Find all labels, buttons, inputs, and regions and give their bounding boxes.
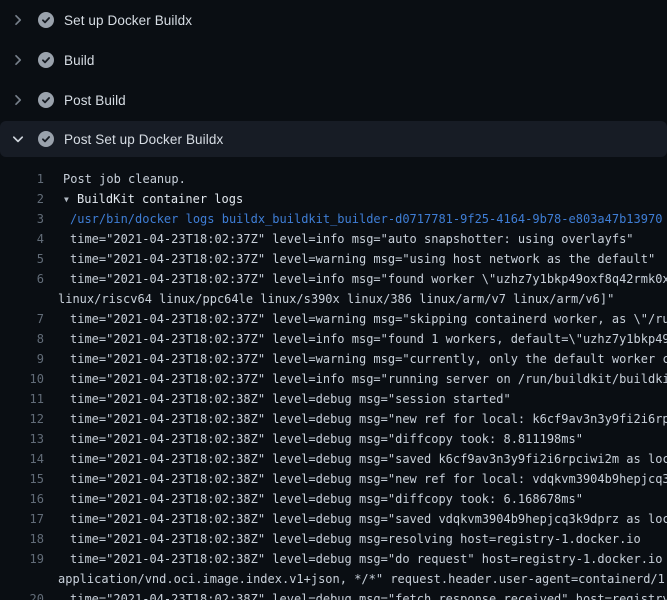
log-line-number[interactable]: 15 [0, 469, 44, 489]
log-line-text: time="2021-04-23T18:02:38Z" level=debug … [44, 509, 667, 529]
log-line-number[interactable]: 5 [0, 249, 44, 269]
log-line-text: time="2021-04-23T18:02:37Z" level=info m… [44, 229, 667, 249]
log-line-text: time="2021-04-23T18:02:37Z" level=warnin… [44, 309, 667, 329]
log-line-text: time="2021-04-23T18:02:38Z" level=debug … [44, 389, 667, 409]
log-line: 3 /usr/bin/docker logs buildx_buildkit_b… [0, 209, 667, 229]
log-line: 19 time="2021-04-23T18:02:38Z" level=deb… [0, 549, 667, 569]
log-line: 8 time="2021-04-23T18:02:37Z" level=info… [0, 329, 667, 349]
log-line-number[interactable]: 20 [0, 589, 44, 600]
log-line: 4 time="2021-04-23T18:02:37Z" level=info… [0, 229, 667, 249]
log-line-text: time="2021-04-23T18:02:38Z" level=debug … [44, 409, 667, 429]
log-line-number[interactable]: 13 [0, 429, 44, 449]
log-line-text: /usr/bin/docker logs buildx_buildkit_bui… [44, 209, 667, 229]
log-line-number[interactable]: 9 [0, 349, 44, 369]
log-line: 16 time="2021-04-23T18:02:38Z" level=deb… [0, 489, 667, 509]
log-line-text: time="2021-04-23T18:02:38Z" level=debug … [44, 449, 667, 469]
log-line: 17 time="2021-04-23T18:02:38Z" level=deb… [0, 509, 667, 529]
log-line: 12 time="2021-04-23T18:02:38Z" level=deb… [0, 409, 667, 429]
step-row-build[interactable]: Build [0, 40, 667, 80]
step-row-post-build[interactable]: Post Build [0, 80, 667, 120]
log-line: 14 time="2021-04-23T18:02:38Z" level=deb… [0, 449, 667, 469]
log-line-text: time="2021-04-23T18:02:37Z" level=warnin… [44, 349, 667, 369]
log-line: 20 time="2021-04-23T18:02:38Z" level=deb… [0, 589, 667, 600]
chevron-right-icon [10, 12, 26, 28]
log-line: 18 time="2021-04-23T18:02:38Z" level=deb… [0, 529, 667, 549]
log-line-text: application/vnd.oci.image.index.v1+json,… [44, 569, 667, 589]
log-line-text: time="2021-04-23T18:02:38Z" level=debug … [44, 529, 667, 549]
log-line: 10 time="2021-04-23T18:02:37Z" level=inf… [0, 369, 667, 389]
step-label: Post Build [64, 93, 126, 108]
log-line: application/vnd.oci.image.index.v1+json,… [0, 569, 667, 589]
log-line: 5 time="2021-04-23T18:02:37Z" level=warn… [0, 249, 667, 269]
step-label: Post Set up Docker Buildx [64, 132, 223, 147]
log-line: 6 time="2021-04-23T18:02:37Z" level=info… [0, 269, 667, 289]
log-line-text: time="2021-04-23T18:02:37Z" level=info m… [44, 269, 667, 289]
log-line-text: linux/riscv64 linux/ppc64le linux/s390x … [44, 289, 667, 309]
triangle-down-icon: ▼ [64, 190, 77, 209]
step-row-post-set-up-docker-buildx[interactable]: Post Set up Docker Buildx [0, 121, 667, 157]
log-line-text: time="2021-04-23T18:02:37Z" level=info m… [44, 329, 667, 349]
log-line-number[interactable]: 3 [0, 209, 44, 229]
log-line-number[interactable]: 2 [0, 189, 44, 209]
log-line-number [0, 289, 44, 309]
chevron-down-icon [10, 131, 26, 147]
log-line-number[interactable]: 18 [0, 529, 44, 549]
workflow-log-viewer: Set up Docker Buildx Build Post Build Po… [0, 0, 667, 600]
log-line: 11 time="2021-04-23T18:02:38Z" level=deb… [0, 389, 667, 409]
log-line: 7 time="2021-04-23T18:02:37Z" level=warn… [0, 309, 667, 329]
chevron-right-icon [10, 92, 26, 108]
log-line-number[interactable]: 7 [0, 309, 44, 329]
log-line: 15 time="2021-04-23T18:02:38Z" level=deb… [0, 469, 667, 489]
log-line: 1 Post job cleanup. [0, 169, 667, 189]
log-line-number[interactable]: 1 [0, 169, 44, 189]
step-label: Set up Docker Buildx [64, 13, 192, 28]
check-circle-icon [38, 92, 54, 108]
log-line-number [0, 569, 44, 589]
log-line-number[interactable]: 4 [0, 229, 44, 249]
step-label: Build [64, 53, 95, 68]
check-circle-icon [38, 131, 54, 147]
chevron-right-icon [10, 52, 26, 68]
log-line-number[interactable]: 6 [0, 269, 44, 289]
log-line-text: time="2021-04-23T18:02:38Z" level=debug … [44, 489, 667, 509]
log-line-number[interactable]: 11 [0, 389, 44, 409]
log-line-text: time="2021-04-23T18:02:38Z" level=debug … [44, 589, 667, 600]
log-line-number[interactable]: 10 [0, 369, 44, 389]
step-row-set-up-docker-buildx[interactable]: Set up Docker Buildx [0, 0, 667, 40]
log-group-toggle[interactable]: ▼BuildKit container logs [44, 189, 667, 209]
log-line-number[interactable]: 12 [0, 409, 44, 429]
log-line-text: Post job cleanup. [44, 169, 667, 189]
log-line-number[interactable]: 16 [0, 489, 44, 509]
log-line-number[interactable]: 8 [0, 329, 44, 349]
check-circle-icon [38, 52, 54, 68]
log-line: 9 time="2021-04-23T18:02:37Z" level=warn… [0, 349, 667, 369]
log-line-text: time="2021-04-23T18:02:38Z" level=debug … [44, 469, 667, 489]
log-line-text: time="2021-04-23T18:02:37Z" level=info m… [44, 369, 667, 389]
check-circle-icon [38, 12, 54, 28]
log-line: linux/riscv64 linux/ppc64le linux/s390x … [0, 289, 667, 309]
log-line-number[interactable]: 17 [0, 509, 44, 529]
log-line: 13 time="2021-04-23T18:02:38Z" level=deb… [0, 429, 667, 449]
log-line-text: time="2021-04-23T18:02:38Z" level=debug … [44, 549, 667, 569]
log-line-text: time="2021-04-23T18:02:37Z" level=warnin… [44, 249, 667, 269]
log-line-text: time="2021-04-23T18:02:38Z" level=debug … [44, 429, 667, 449]
log-line: 2 ▼BuildKit container logs [0, 189, 667, 209]
log-area: 1 Post job cleanup. 2 ▼BuildKit containe… [0, 157, 667, 600]
log-line-number[interactable]: 14 [0, 449, 44, 469]
log-line-number[interactable]: 19 [0, 549, 44, 569]
steps-list: Set up Docker Buildx Build Post Build Po… [0, 0, 667, 157]
